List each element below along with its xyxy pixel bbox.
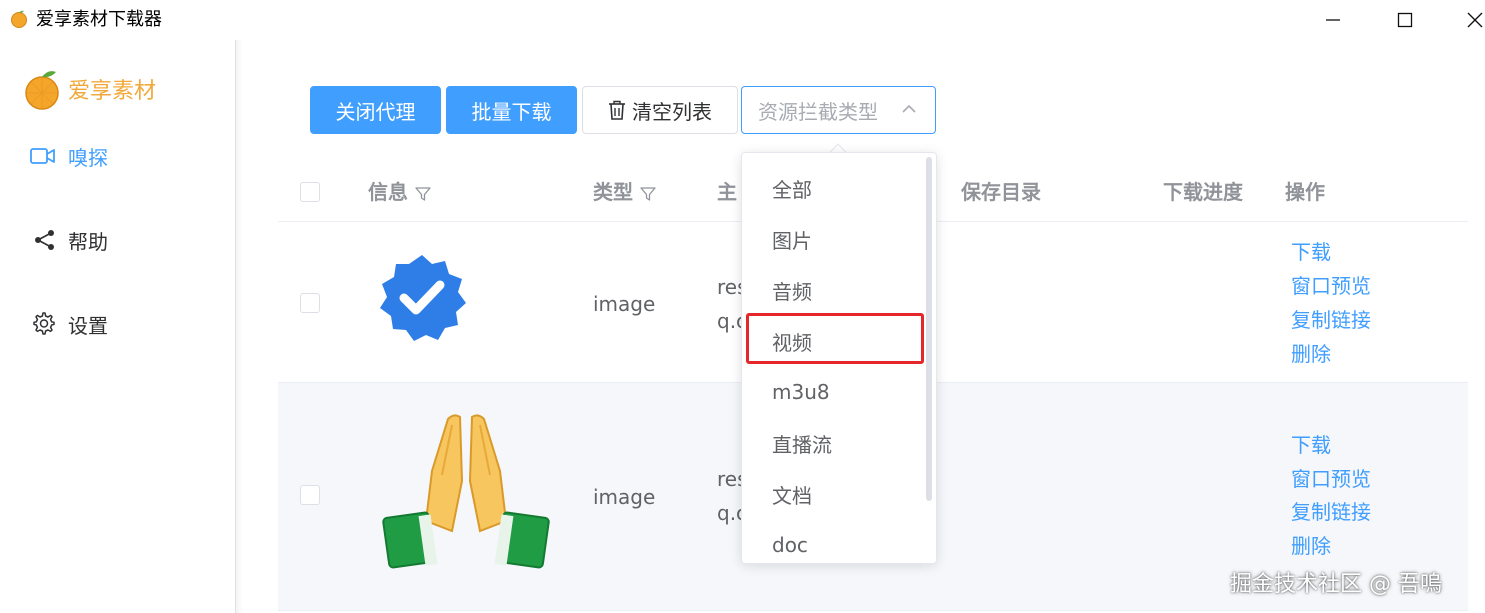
trash-icon bbox=[608, 100, 626, 120]
row-type: image bbox=[593, 485, 656, 509]
header-host: 主 bbox=[717, 180, 737, 204]
logo: 爱享素材 bbox=[24, 68, 174, 114]
window-title: 爱享素材下载器 bbox=[36, 9, 162, 30]
minimize-button[interactable] bbox=[1313, 8, 1353, 32]
row-checkbox[interactable] bbox=[300, 293, 320, 313]
option-image[interactable]: 图片 bbox=[742, 216, 928, 262]
resource-type-select[interactable]: 资源拦截类型 bbox=[741, 86, 936, 134]
option-audio[interactable]: 音频 bbox=[742, 267, 928, 313]
header-save-dir: 保存目录 bbox=[961, 180, 1041, 204]
clear-list-button[interactable]: 清空列表 bbox=[582, 86, 738, 134]
maximize-button[interactable] bbox=[1385, 8, 1425, 32]
filter-icon[interactable] bbox=[415, 186, 431, 202]
dropdown-scrollbar[interactable] bbox=[926, 157, 932, 501]
batch-download-button[interactable]: 批量下载 bbox=[446, 86, 577, 134]
row-type: image bbox=[593, 292, 656, 316]
select-all-checkbox[interactable] bbox=[300, 182, 320, 202]
title-bar: 爱享素材下载器 bbox=[0, 0, 1485, 40]
orange-logo-icon bbox=[25, 71, 59, 110]
option-video[interactable]: 视频 bbox=[742, 318, 928, 364]
option-m3u8[interactable]: m3u8 bbox=[742, 369, 928, 415]
gear-icon bbox=[32, 312, 60, 336]
sidebar-item-sniff[interactable]: 嗅探 bbox=[30, 140, 210, 172]
row-checkbox[interactable] bbox=[300, 485, 320, 505]
sidebar-item-settings[interactable]: 设置 bbox=[32, 308, 212, 340]
copy-link-link[interactable]: 复制链接 bbox=[1291, 500, 1371, 524]
window-preview-link[interactable]: 窗口预览 bbox=[1291, 467, 1371, 491]
header-type: 类型 bbox=[593, 180, 656, 204]
folded-hands-icon bbox=[382, 414, 550, 569]
resource-type-dropdown: 全部 图片 音频 视频 m3u8 直播流 文档 doc bbox=[741, 152, 937, 564]
sidebar-item-label: 嗅探 bbox=[68, 145, 108, 170]
window-preview-link[interactable]: 窗口预览 bbox=[1291, 274, 1371, 298]
header-actions: 操作 bbox=[1285, 180, 1325, 204]
option-doc[interactable]: doc bbox=[742, 522, 928, 563]
close-proxy-button[interactable]: 关闭代理 bbox=[310, 86, 441, 134]
filter-icon[interactable] bbox=[640, 186, 656, 202]
chevron-up-icon bbox=[902, 104, 916, 113]
watermark: 掘金技术社区 @ 吾嗚 bbox=[1230, 572, 1442, 597]
sidebar: 爱享素材 嗅探 帮助 设置 bbox=[0, 40, 243, 613]
sidebar-item-help[interactable]: 帮助 bbox=[34, 224, 214, 256]
share-icon bbox=[34, 228, 60, 252]
clear-list-label: 清空列表 bbox=[632, 99, 712, 124]
verified-badge-icon bbox=[380, 255, 466, 341]
option-document[interactable]: 文档 bbox=[742, 471, 928, 517]
sidebar-item-label: 帮助 bbox=[68, 229, 108, 254]
minimize-icon bbox=[1326, 19, 1340, 21]
option-live-stream[interactable]: 直播流 bbox=[742, 420, 928, 466]
resource-type-placeholder: 资源拦截类型 bbox=[758, 99, 878, 124]
logo-text: 爱享素材 bbox=[68, 79, 157, 104]
video-camera-icon bbox=[30, 144, 60, 168]
option-all[interactable]: 全部 bbox=[742, 165, 928, 211]
download-link[interactable]: 下载 bbox=[1291, 433, 1331, 457]
copy-link-link[interactable]: 复制链接 bbox=[1291, 308, 1371, 332]
header-info: 信息 bbox=[368, 180, 431, 204]
close-button[interactable] bbox=[1455, 8, 1485, 32]
header-progress: 下载进度 bbox=[1163, 180, 1243, 204]
sidebar-item-label: 设置 bbox=[68, 313, 108, 338]
delete-link[interactable]: 删除 bbox=[1291, 342, 1331, 366]
close-icon bbox=[1467, 12, 1483, 28]
orange-app-icon bbox=[11, 10, 27, 28]
download-link[interactable]: 下载 bbox=[1291, 240, 1331, 264]
maximize-icon bbox=[1397, 12, 1413, 28]
delete-link[interactable]: 删除 bbox=[1291, 534, 1331, 558]
